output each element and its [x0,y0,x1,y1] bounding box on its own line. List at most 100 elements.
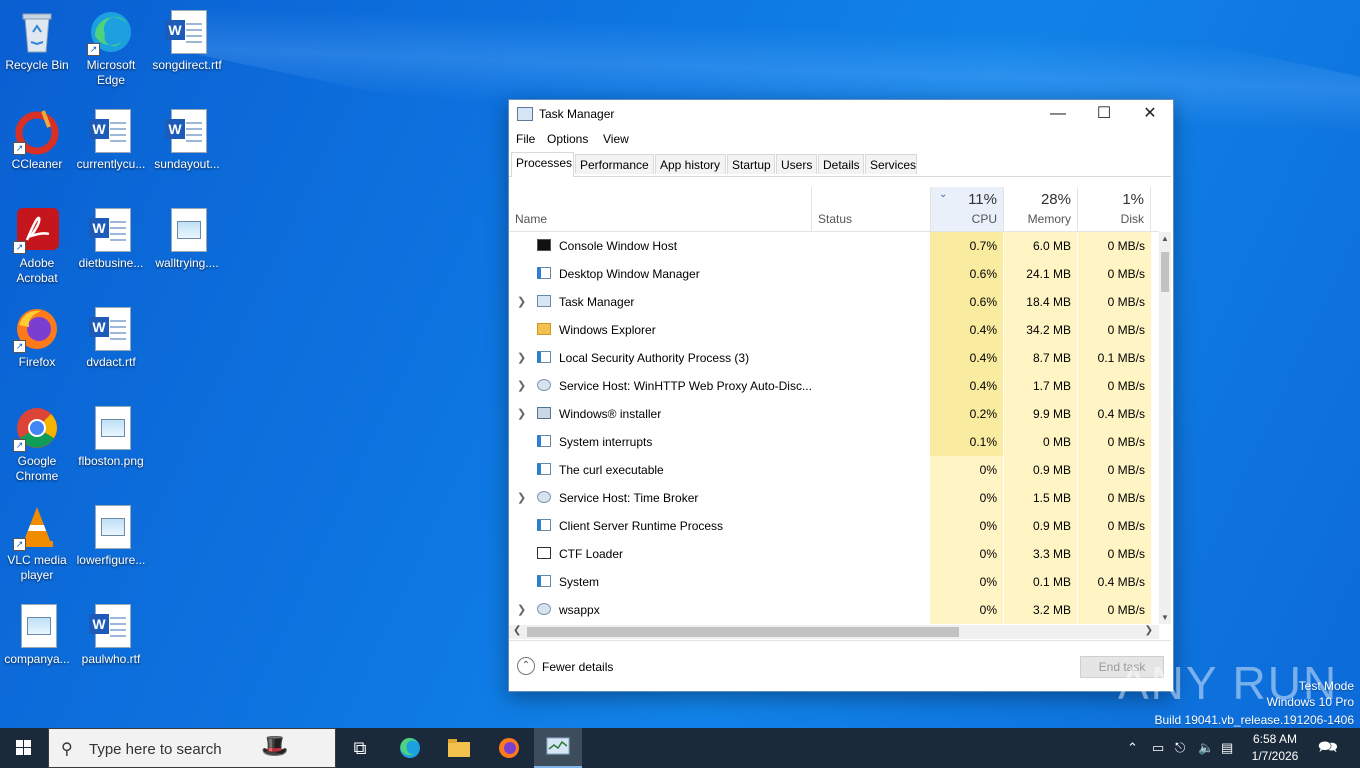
process-disk: 0 MB/s [1078,260,1151,288]
desktop-icon-label: CCleaner [11,157,63,171]
desktop-icon-lowerfigure[interactable]: lowerfigure... [75,503,147,568]
scroll-right-icon[interactable]: ❯ [1145,625,1153,636]
expand-chevron-icon[interactable]: ❯ [517,407,526,420]
expand-chevron-icon[interactable]: ❯ [517,351,526,364]
process-row[interactable]: CTF Loader 0% 3.3 MB 0 MB/s [509,540,1159,568]
process-cpu: 0.6% [930,288,1003,316]
process-cpu: 0.4% [930,372,1003,400]
process-cpu: 0% [930,484,1003,512]
tab-services[interactable]: Services [865,154,917,174]
task-view-icon[interactable]: ⧉ [336,728,384,768]
gear-icon [537,379,551,391]
tab-startup[interactable]: Startup [727,154,775,174]
desktop-icon-dvdact[interactable]: W dvdact.rtf [75,305,147,370]
window-icon [537,519,551,531]
process-row[interactable]: System interrupts 0.1% 0 MB 0 MB/s [509,428,1159,456]
expand-chevron-icon[interactable]: ❯ [517,295,526,308]
desktop-icon-paulwho[interactable]: W paulwho.rtf [75,602,147,667]
desktop-icon-label: Microsoft Edge [86,58,136,87]
process-row[interactable]: ❯ Task Manager 0.6% 18.4 MB 0 MB/s [509,288,1159,316]
menu-bar: File Options View [509,128,1173,150]
network-icon[interactable]: ⎋ [1175,728,1185,768]
desktop-icon-walltrying[interactable]: walltrying.... [151,206,223,271]
wifi-icon[interactable]: ▤ [1221,728,1233,768]
desktop-icon-flboston[interactable]: flboston.png [75,404,147,469]
desktop-icon-chrome[interactable]: ↗ Google Chrome [1,404,73,484]
desktop-icon-adobe-acrobat[interactable]: ↗ Adobe Acrobat [1,206,73,286]
notification-icon[interactable]: 🗪 [1318,728,1338,768]
process-row[interactable]: The curl executable 0% 0.9 MB 0 MB/s [509,456,1159,484]
tab-processes[interactable]: Processes [511,152,574,177]
taskmanager-taskbar-icon[interactable] [534,728,582,768]
process-row[interactable]: Desktop Window Manager 0.6% 24.1 MB 0 MB/s [509,260,1159,288]
chevron-up-circle-icon[interactable]: ⌃ [517,657,535,675]
process-row[interactable]: Client Server Runtime Process 0% 0.9 MB 0 M… [509,512,1159,540]
tablet-icon[interactable]: ▭ [1152,728,1164,768]
desktop-icon-companya[interactable]: companya... [1,602,73,667]
desktop-icon-recycle-bin[interactable]: Recycle Bin [1,8,73,73]
start-button[interactable] [0,728,48,768]
vertical-scrollbar[interactable]: ▲ ▼ [1159,232,1171,624]
desktop-icon-songdirect[interactable]: W songdirect.rtf [151,8,223,73]
close-button[interactable]: ✕ [1127,100,1173,128]
file-explorer-icon[interactable] [435,728,483,768]
expand-chevron-icon[interactable]: ❯ [517,603,526,616]
process-cpu: 0% [930,540,1003,568]
column-disk[interactable]: 1% Disk [1078,187,1151,231]
tab-performance[interactable]: Performance [575,154,654,174]
vertical-scroll-thumb[interactable] [1161,252,1169,292]
clock[interactable]: 6:58 AM 1/7/2026 [1240,731,1310,765]
maximize-button[interactable]: ☐ [1081,100,1127,128]
tab-details[interactable]: Details [818,154,864,174]
menu-view[interactable]: View [603,132,629,146]
fewer-details-link[interactable]: Fewer details [542,660,613,674]
process-row[interactable]: ❯ wsappx 0% 3.2 MB 0 MB/s [509,596,1159,624]
title-bar[interactable]: Task Manager — ☐ ✕ [509,100,1173,128]
scroll-left-icon[interactable]: ❮ [513,625,521,636]
volume-icon[interactable]: 🔈 [1198,728,1214,768]
column-name[interactable]: Name [509,187,812,231]
process-row[interactable]: ❯ Service Host: Time Broker 0% 1.5 MB 0 MB/s [509,484,1159,512]
horizontal-scroll-thumb[interactable] [527,627,959,637]
search-placeholder: Type here to search [89,741,222,758]
process-row[interactable]: ❯ Service Host: WinHTTP Web Proxy Auto-Di… [509,372,1159,400]
horizontal-scrollbar[interactable]: ❮ ❯ [509,625,1159,639]
desktop-icon-label: walltrying.... [155,256,219,270]
desktop-icon-sundayout[interactable]: W sundayout... [151,107,223,172]
expand-chevron-icon[interactable]: ❯ [517,379,526,392]
desktop-icon-firefox[interactable]: ↗ Firefox [1,305,73,370]
desktop-icon-vlc[interactable]: ↗ VLC media player [1,503,73,583]
taskmanager-app-icon [517,107,533,121]
desktop-icon-ccleaner[interactable]: ↗ CCleaner [1,107,73,172]
word-document-icon: W [163,107,211,155]
search-box[interactable]: ⚲ Type here to search 🎩 [48,728,336,768]
scroll-up-icon[interactable]: ▲ [1161,234,1169,243]
watermark-test-mode: Test Mode [1298,679,1354,693]
desktop-icon-currentlycu[interactable]: W currentlycu... [75,107,147,172]
tab-app-history[interactable]: App history [655,154,726,174]
process-row[interactable]: Console Window Host 0.7% 6.0 MB 0 MB/s [509,232,1159,260]
desktop-icon-dietbusine[interactable]: W dietbusine... [75,206,147,271]
desktop-icon-label: companya... [4,652,70,666]
expand-chevron-icon[interactable]: ❯ [517,491,526,504]
minimize-button[interactable]: — [1035,100,1081,128]
firefox-taskbar-icon[interactable] [485,728,533,768]
process-name: Windows® installer [559,407,662,421]
edge-taskbar-icon[interactable] [386,728,434,768]
show-hidden-icons-chevron-icon[interactable]: ⌃ [1127,728,1138,768]
desktop-icon-edge[interactable]: ↗ Microsoft Edge [75,8,147,88]
column-status[interactable]: Status [812,187,931,231]
column-cpu[interactable]: ⌄ 11% CPU [931,187,1004,231]
tab-users[interactable]: Users [776,154,817,174]
clock-time: 6:58 AM [1252,732,1298,746]
process-row[interactable]: Windows Explorer 0.4% 34.2 MB 0 MB/s [509,316,1159,344]
scroll-down-icon[interactable]: ▼ [1161,613,1169,622]
process-cpu: 0% [930,456,1003,484]
process-row[interactable]: System 0% 0.1 MB 0.4 MB/s [509,568,1159,596]
menu-file[interactable]: File [516,132,535,146]
process-row[interactable]: ❯ Windows® installer 0.2% 9.9 MB 0.4 MB/s [509,400,1159,428]
column-memory[interactable]: 28% Memory [1004,187,1078,231]
process-row[interactable]: ❯ Local Security Authority Process (3) 0.4… [509,344,1159,372]
process-cpu: 0.4% [930,316,1003,344]
menu-options[interactable]: Options [547,132,588,146]
